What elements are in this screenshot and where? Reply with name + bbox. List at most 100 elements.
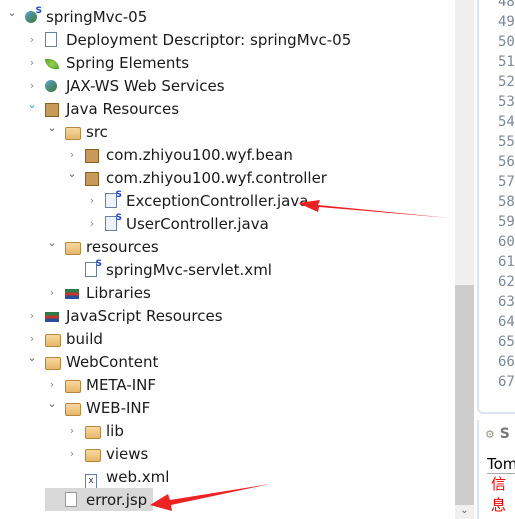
line-number: 56 [498, 154, 515, 170]
chevron-down-icon[interactable]: ⌄ [25, 351, 39, 364]
tree-item[interactable]: ⌄ SspringMvc-05 [5, 5, 147, 28]
chevron-right-icon[interactable]: › [25, 56, 39, 69]
chevron-right-icon[interactable]: › [85, 194, 99, 207]
chevron-right-icon[interactable]: › [25, 332, 39, 345]
tree-item-label: JAX-WS Web Services [66, 76, 225, 95]
tree-item-label: views [106, 444, 149, 463]
tree-item[interactable]: ⌄ WebContent [25, 350, 158, 373]
tree-item[interactable]: › views [65, 442, 149, 465]
java-file-icon: S [105, 190, 122, 209]
console-tab-label: S [499, 426, 510, 442]
tree-item[interactable]: › com.zhiyou100.wyf.bean [65, 143, 293, 166]
tree-item[interactable]: › META-INF [45, 373, 156, 396]
console-error-line: 信息 [491, 475, 507, 514]
chevron-right-icon[interactable]: › [25, 309, 39, 322]
tree-item[interactable]: › Deployment Descriptor: springMvc-05 [25, 28, 351, 51]
tree-item-label: WebContent [66, 352, 159, 371]
chevron-right-icon[interactable]: › [25, 79, 39, 92]
chevron-right-icon[interactable]: › [65, 424, 79, 437]
line-number: 66 [498, 354, 515, 370]
tree-item-label: JavaScript Resources [66, 306, 223, 325]
line-number: 57 [498, 174, 515, 190]
line-number: 59 [498, 214, 515, 230]
libraries-icon [65, 285, 82, 301]
tree-item[interactable]: SspringMvc-servlet.xml [65, 258, 272, 281]
line-number: 65 [498, 334, 515, 350]
package-icon [85, 147, 102, 163]
chevron-right-icon[interactable]: › [25, 33, 39, 46]
tree-item[interactable]: › JAX-WS Web Services [25, 74, 225, 97]
line-number: 60 [498, 234, 515, 250]
editor-line-gutter: 48 49 50 51 52 53 54 55 56 57 58 59 60 61 62 63 64 65 66 67 [477, 0, 515, 414]
tree-item[interactable]: › lib [65, 419, 124, 442]
folder-icon [65, 400, 82, 416]
tree-item[interactable]: ⌄ WEB-INF [45, 396, 150, 419]
chevron-down-icon[interactable]: ⌄ [5, 6, 19, 19]
line-number: 58 [498, 194, 515, 210]
chevron-down-icon[interactable]: ⌄ [65, 167, 79, 180]
source-folder-icon [65, 124, 82, 140]
chevron-right-icon[interactable]: › [45, 378, 59, 391]
tree-item[interactable]: ⌄ com.zhiyou100.wyf.controller [65, 166, 327, 189]
chevron-down-icon[interactable]: ⌄ [25, 98, 39, 111]
line-number: 67 [498, 374, 515, 390]
tree-item-label: WEB-INF [86, 398, 151, 417]
tree-item[interactable]: › build [25, 327, 103, 350]
folder-icon [45, 354, 62, 370]
tree-item[interactable]: › JavaScript Resources [25, 304, 223, 327]
web-services-icon [45, 78, 62, 94]
line-number: 48 [498, 0, 515, 10]
tree-item[interactable]: x web.xml [65, 465, 170, 489]
tree-item[interactable]: › S ExceptionController.java [85, 189, 309, 212]
tree-item[interactable]: › Libraries [45, 281, 151, 304]
tree-item[interactable]: ⌄ src [45, 120, 108, 143]
tree-item-label: build [66, 329, 103, 348]
line-number: 50 [498, 34, 515, 50]
project-icon: S [25, 6, 42, 25]
tree-item-label: springMvc-servlet.xml [106, 260, 272, 279]
tree-item-label: web.xml [106, 467, 170, 486]
tree-item[interactable]: error.jsp [45, 488, 154, 511]
folder-icon [85, 423, 102, 439]
scrollbar-thumb[interactable] [455, 285, 474, 505]
chevron-right-icon[interactable]: › [65, 148, 79, 161]
tree-item-label: error.jsp [86, 490, 148, 509]
servers-icon: ⚙ [485, 428, 495, 441]
tree-item-label: resources [86, 237, 159, 256]
line-number: 53 [498, 94, 515, 110]
line-number: 52 [498, 74, 515, 90]
package-icon [85, 170, 102, 186]
chevron-down-icon[interactable]: ⌄ [45, 236, 59, 249]
jsp-file-icon [65, 491, 82, 508]
vertical-scrollbar[interactable]: ⌄ [455, 0, 474, 519]
tree-item-label: lib [106, 421, 124, 440]
chevron-right-icon[interactable]: › [45, 286, 59, 299]
project-explorer-tree: ⌄ SspringMvc-05 › Deployment Descriptor: sp… [0, 0, 455, 519]
line-number: 49 [498, 14, 515, 30]
chevron-right-icon[interactable]: › [85, 217, 99, 230]
line-number: 54 [498, 114, 515, 130]
tree-item[interactable]: ⌄ resources [45, 235, 159, 258]
folder-icon [85, 446, 102, 462]
tree-item-label: com.zhiyou100.wyf.controller [106, 168, 327, 187]
tree-item[interactable]: › S UserController.java [85, 212, 269, 235]
tree-item-label: ExceptionController.java [126, 191, 309, 210]
console-tab[interactable]: ⚙ S [485, 426, 510, 442]
tree-item-label: com.zhiyou100.wyf.bean [106, 145, 293, 164]
spring-leaf-icon [45, 55, 62, 71]
tree-item-label: Deployment Descriptor: springMvc-05 [66, 30, 352, 49]
tree-item[interactable]: ⌄ Java Resources [25, 97, 179, 120]
spring-xml-icon: S [85, 259, 102, 278]
chevron-right-icon[interactable]: › [65, 447, 79, 460]
line-number: 64 [498, 314, 515, 330]
tree-item[interactable]: › Spring Elements [25, 51, 189, 74]
scroll-down-icon[interactable]: ⌄ [455, 505, 474, 519]
libraries-icon [45, 308, 62, 324]
line-number: 55 [498, 134, 515, 150]
line-number: 63 [498, 294, 515, 310]
tree-item-label: Java Resources [66, 99, 180, 118]
folder-icon [45, 331, 62, 347]
deployment-descriptor-icon [45, 31, 62, 48]
chevron-down-icon[interactable]: ⌄ [45, 397, 59, 410]
chevron-down-icon[interactable]: ⌄ [45, 121, 59, 134]
